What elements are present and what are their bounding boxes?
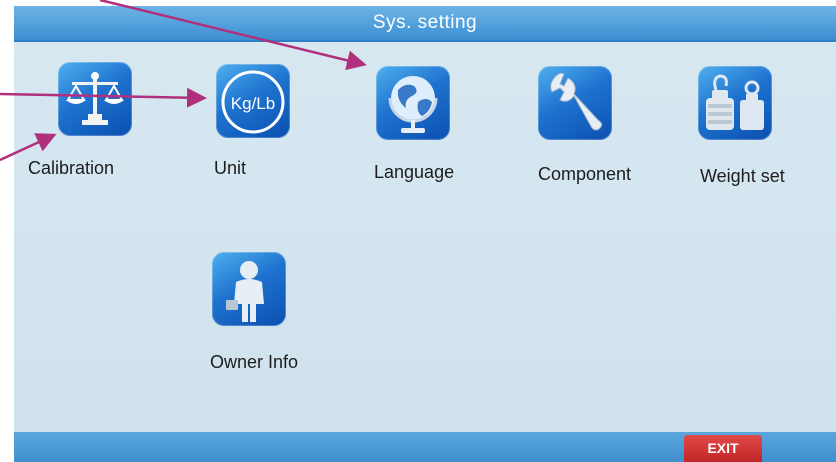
title-bar: Sys. setting: [14, 6, 836, 42]
kg-lb-icon: Kg/Lb: [221, 70, 285, 134]
calibration-button[interactable]: [58, 62, 132, 136]
globe-icon: [388, 76, 438, 133]
wrench-icon: [550, 72, 603, 131]
unit-button[interactable]: Kg/Lb: [216, 64, 290, 138]
page-title: Sys. setting: [372, 12, 478, 33]
component-label: Component: [538, 164, 632, 184]
component-button[interactable]: [538, 66, 612, 140]
calibration-label: Calibration: [28, 158, 115, 178]
balance-scale-icon: [66, 72, 124, 125]
person-icon: [226, 261, 264, 322]
bottom-bar: EXIT: [14, 432, 836, 462]
system-settings-screen: Sys. setting Calibration Kg/Lb Unit Lang…: [14, 6, 836, 462]
language-label: Language: [374, 162, 455, 182]
exit-button[interactable]: EXIT: [684, 435, 762, 462]
kg-lb-text: Kg/Lb: [231, 94, 275, 113]
language-button[interactable]: [376, 66, 450, 140]
owner-info-button[interactable]: [212, 252, 286, 326]
unit-label: Unit: [214, 158, 247, 178]
owner-info-label: Owner Info: [210, 352, 299, 372]
weight-set-button[interactable]: [698, 66, 772, 140]
weight-set-label: Weight set: [700, 166, 785, 186]
weights-icon: [706, 74, 764, 130]
